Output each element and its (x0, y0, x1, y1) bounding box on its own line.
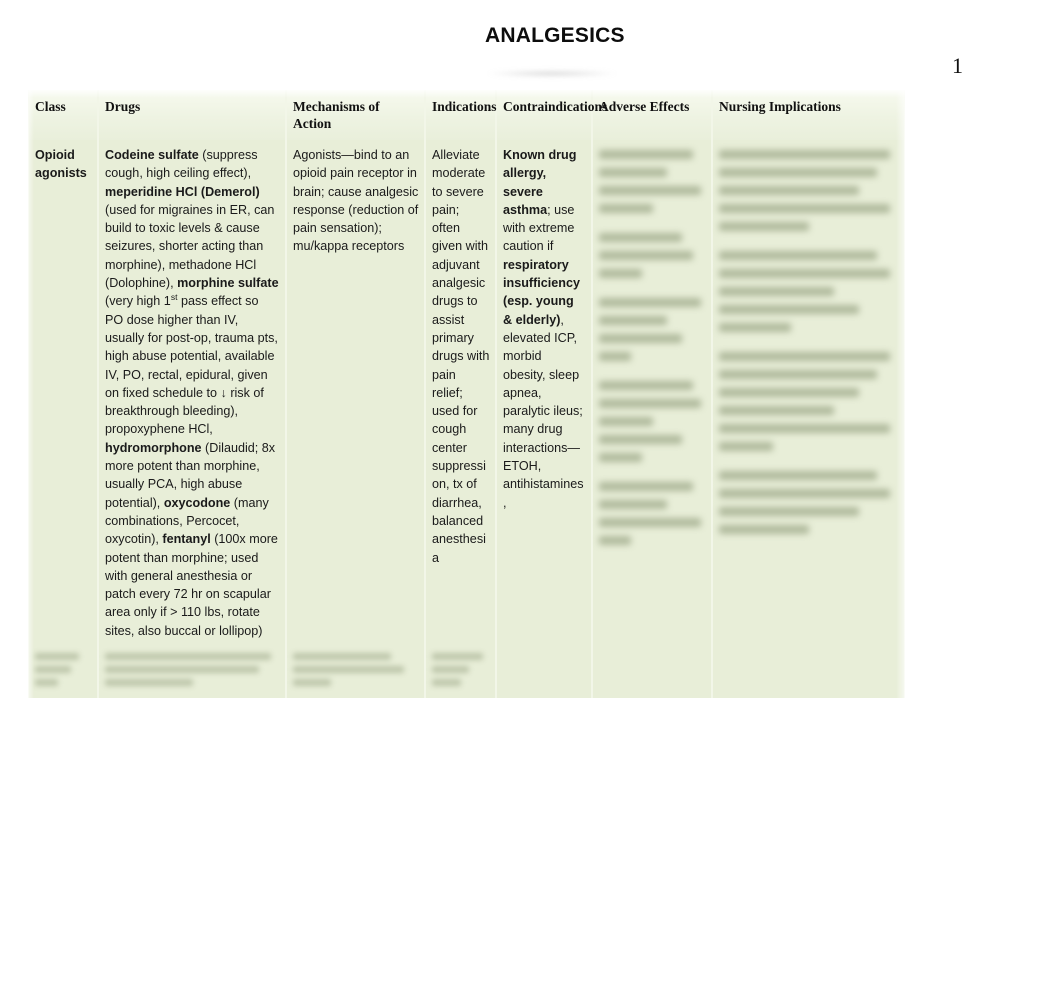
cell-drugs: Codeine sulfate (suppress cough, high ce… (98, 140, 286, 647)
cell-mechanisms-of-action: Agonists—bind to an opioid pain receptor… (286, 140, 425, 647)
cell-contraindications: Known drug allergy, severe asthma; use w… (496, 140, 592, 647)
column-header-indications: Indications (425, 90, 497, 140)
cell-indications (425, 646, 496, 699)
cell-nursing-implications (712, 646, 905, 699)
page-number: 1 (952, 53, 963, 78)
column-header-adverse-effects: Adverse Effects (592, 90, 712, 140)
cell-adverse-effects (592, 140, 712, 647)
analgesics-table: Class Drugs Mechanisms of Action Indicat… (28, 90, 905, 699)
table-row (28, 646, 905, 699)
title-shadow (487, 70, 617, 77)
table-header-row: Class Drugs Mechanisms of Action Indicat… (28, 90, 905, 140)
column-header-mechanisms-of-action: Mechanisms of Action (286, 90, 425, 140)
cell-class (28, 646, 98, 699)
cell-contraindications (496, 646, 592, 699)
page-header: ANALGESICS 1 (0, 24, 1062, 78)
redacted-text-block (35, 653, 92, 687)
redacted-text-block (432, 653, 490, 687)
column-header-class: Class (28, 90, 98, 140)
analgesics-table-container: Class Drugs Mechanisms of Action Indicat… (28, 90, 905, 699)
redacted-text-block (293, 653, 419, 687)
page-title: ANALGESICS (485, 24, 625, 47)
redacted-text-block (105, 653, 280, 687)
redacted-text-block (599, 150, 706, 545)
column-header-contraindications: Contraindications (496, 90, 607, 140)
cell-drugs (98, 646, 286, 699)
column-header-nursing-implications: Nursing Implications (712, 90, 905, 140)
redacted-text-block (719, 150, 899, 534)
column-header-drugs: Drugs (98, 90, 286, 140)
page-edge-fade-bottom (28, 706, 905, 728)
cell-adverse-effects (592, 646, 712, 699)
cell-nursing-implications (712, 140, 905, 647)
cell-mechanisms-of-action (286, 646, 425, 699)
cell-class: Opioid agonists (28, 140, 98, 647)
cell-indications: Alleviate moderate to severe pain; often… (425, 140, 496, 647)
table-row: Opioid agonists Codeine sulfate (suppres… (28, 140, 905, 647)
